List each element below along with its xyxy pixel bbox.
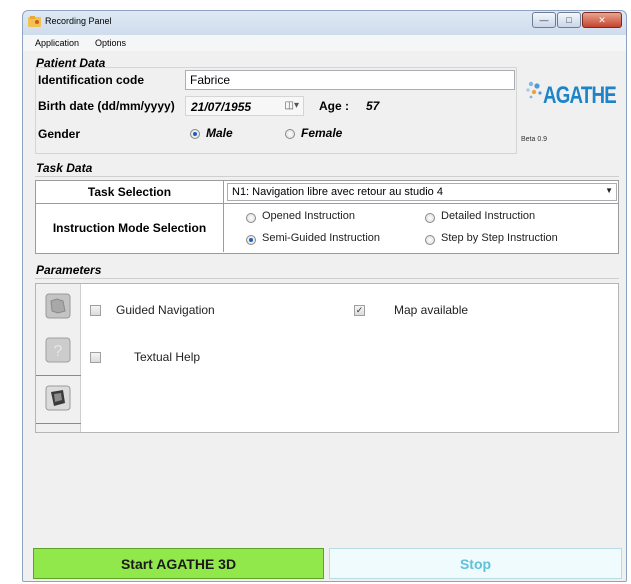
- age-label: Age :: [319, 99, 349, 113]
- map-tool[interactable]: [40, 380, 76, 416]
- task-selection-value: N1: Navigation libre avec retour au stud…: [232, 186, 443, 198]
- mode-semi-guided-radio[interactable]: [246, 235, 256, 245]
- close-button[interactable]: ✕: [582, 12, 622, 28]
- textual-help-tool[interactable]: ?: [40, 332, 76, 368]
- mode-step-by-step-radio[interactable]: [425, 235, 435, 245]
- task-data-header: Task Data: [36, 161, 93, 175]
- maximize-button[interactable]: □: [557, 12, 581, 28]
- menu-application[interactable]: Application: [35, 38, 79, 48]
- client-area: Patient Data Identification code Birth d…: [27, 52, 624, 581]
- gender-male-radio[interactable]: [190, 129, 200, 139]
- parameters-divider: [35, 278, 619, 279]
- close-icon: ✕: [598, 14, 606, 25]
- recording-panel-window: Recording Panel — □ ✕ Application Option…: [22, 10, 627, 582]
- textual-help-checkbox[interactable]: [90, 352, 101, 363]
- task-selection-label: Task Selection: [36, 181, 224, 203]
- guided-navigation-checkbox[interactable]: [90, 305, 101, 316]
- patient-data-group: Identification code Birth date (dd/mm/yy…: [35, 67, 517, 154]
- mode-step-by-step-label[interactable]: Step by Step Instruction: [441, 232, 558, 244]
- calendar-dropdown-icon[interactable]: ◫▾: [285, 100, 299, 111]
- birth-date-label: Birth date (dd/mm/yyyy): [38, 99, 175, 113]
- age-value: 57: [366, 99, 380, 113]
- minimize-button[interactable]: —: [532, 12, 556, 28]
- instruction-mode-row: Instruction Mode Selection Opened Instru…: [36, 204, 618, 252]
- birth-date-value: 21/07/1955: [191, 100, 252, 114]
- task-divider: [35, 176, 619, 177]
- side-separator-bottom: [36, 423, 81, 424]
- gender-female-radio[interactable]: [285, 129, 295, 139]
- identification-code-label: Identification code: [38, 73, 145, 87]
- task-data-table: Task Selection N1: Navigation libre avec…: [35, 180, 619, 254]
- gender-male-label[interactable]: Male: [206, 126, 233, 140]
- svg-text:?: ?: [54, 343, 63, 360]
- mode-semi-guided-label[interactable]: Semi-Guided Instruction: [262, 232, 380, 244]
- app-icon: [28, 16, 41, 27]
- task-selection-row: Task Selection N1: Navigation libre avec…: [36, 181, 618, 204]
- agathe-logo: AGATHE: [521, 76, 621, 116]
- gender-label: Gender: [38, 127, 81, 141]
- mode-detailed-label[interactable]: Detailed Instruction: [441, 210, 535, 222]
- side-separator-top: [36, 375, 81, 376]
- birth-date-picker[interactable]: 21/07/1955 ◫▾: [185, 96, 304, 116]
- mode-opened-radio[interactable]: [246, 213, 256, 223]
- map-available-checkbox[interactable]: ✓: [354, 305, 365, 316]
- logo-text: AGATHE: [543, 82, 617, 109]
- textual-help-label: Textual Help: [134, 350, 201, 364]
- guided-navigation-label: Guided Navigation: [116, 303, 215, 317]
- title-bar[interactable]: Recording Panel — □ ✕: [23, 11, 626, 33]
- parameters-side-strip: ?: [36, 284, 81, 432]
- identification-code-input[interactable]: [185, 70, 515, 90]
- stop-button[interactable]: Stop: [329, 548, 622, 579]
- help-question-icon: ?: [45, 337, 71, 363]
- menu-options[interactable]: Options: [95, 38, 126, 48]
- parameters-panel: ? Guided Navigation ✓ Map available Text…: [35, 283, 619, 433]
- sparkle-icon: [526, 81, 542, 99]
- map-available-label: Map available: [394, 303, 469, 317]
- guided-navigation-tool[interactable]: [40, 288, 76, 324]
- chevron-down-icon: ▼: [605, 186, 613, 195]
- navigation-map-icon: [45, 293, 71, 319]
- version-label: Beta 0.9: [521, 136, 548, 143]
- mode-opened-label[interactable]: Opened Instruction: [262, 210, 355, 222]
- task-selection-dropdown[interactable]: N1: Navigation libre avec retour au stud…: [227, 183, 617, 201]
- maximize-icon: □: [566, 15, 572, 25]
- start-agathe-button[interactable]: Start AGATHE 3D: [33, 548, 324, 579]
- window-title: Recording Panel: [45, 16, 112, 26]
- parameters-header: Parameters: [36, 263, 102, 277]
- map-book-icon: [45, 385, 71, 411]
- minimize-icon: —: [539, 15, 549, 25]
- gender-female-label[interactable]: Female: [301, 126, 342, 140]
- mode-detailed-radio[interactable]: [425, 213, 435, 223]
- menu-bar: Application Options: [23, 35, 626, 51]
- instruction-mode-label: Instruction Mode Selection: [36, 204, 224, 252]
